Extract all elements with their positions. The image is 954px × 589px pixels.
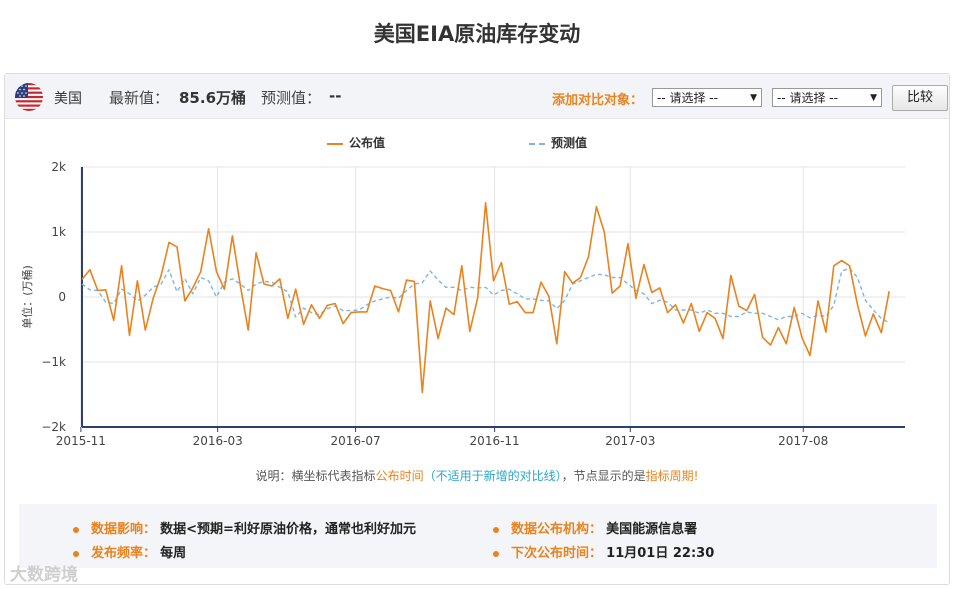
watermark: 大数跨境 [10,565,78,585]
agency-label: 数据公布机构： [511,522,603,537]
frequency-label: 发布频率： [91,546,157,561]
note-text-2: 公布时间 [375,469,424,483]
x-tick-label: 2017-08 [778,434,828,448]
info-frequency: 发布频率： 每周 [73,542,186,561]
chart-note: 说明：横坐标代表指标公布时间（不适用于新增的对比线），节点显示的是指标周期! [5,467,949,484]
x-tick-label: 2015-11 [56,434,106,448]
indicator-panel: 美国 最新值： 85.6万桶 预测值： -- 添加对比对象： -- 请选择 --… [4,73,950,585]
bullet-icon [73,550,79,557]
series-line-actual [81,202,890,394]
x-tick-label: 2016-03 [193,434,243,448]
y-tick-label: 0 [58,290,66,304]
impact-label: 数据影响： [91,522,157,537]
y-tick-label: 1k [51,225,66,239]
frequency-value: 每周 [160,546,187,561]
note-text-6: ! [693,469,699,483]
info-next-release: 下次公布时间： 11月01日 22:30 [493,542,714,561]
info-agency: 数据公布机构： 美国能源信息署 [493,518,697,537]
info-box: 数据影响： 数据<预期=利好原油价格，通常也利好加元 发布频率： 每周 数据公布… [19,504,937,568]
note-text-4: ，节点显示的是 [561,469,646,483]
y-tick-label: −1k [41,355,66,369]
y-tick-label: −2k [41,420,66,434]
x-tick-label: 2016-07 [331,434,381,448]
page-title: 美国EIA原油库存变动 [373,22,581,46]
chart-area: 2k 1k 0 −1k −2k2015-11 2016-03 2016-07 2016-11 2… [20,160,905,448]
info-impact: 数据影响： 数据<预期=利好原油价格，通常也利好加元 [73,518,416,537]
bullet-icon [493,550,499,557]
next-release-label: 下次公布时间： [511,546,603,561]
impact-value: 数据<预期=利好原油价格，通常也利好加元 [160,522,416,537]
series-line-forecast [81,267,890,324]
note-text-3: （不适用于新增的对比线） [423,469,562,483]
next-release-value: 11月01日 22:30 [606,546,715,561]
note-text-5: 指标周期 [645,469,694,483]
bullet-icon [493,526,499,533]
x-tick-label: 2017-03 [605,434,655,448]
x-tick-label: 2016-11 [470,434,520,448]
y-tick-label: 2k [51,160,66,174]
bullet-icon [73,526,79,533]
y-axis-label: 单位：(万桶) [20,265,34,329]
note-text-1: 说明：横坐标代表指标 [255,469,376,483]
agency-value: 美国能源信息署 [606,522,698,537]
